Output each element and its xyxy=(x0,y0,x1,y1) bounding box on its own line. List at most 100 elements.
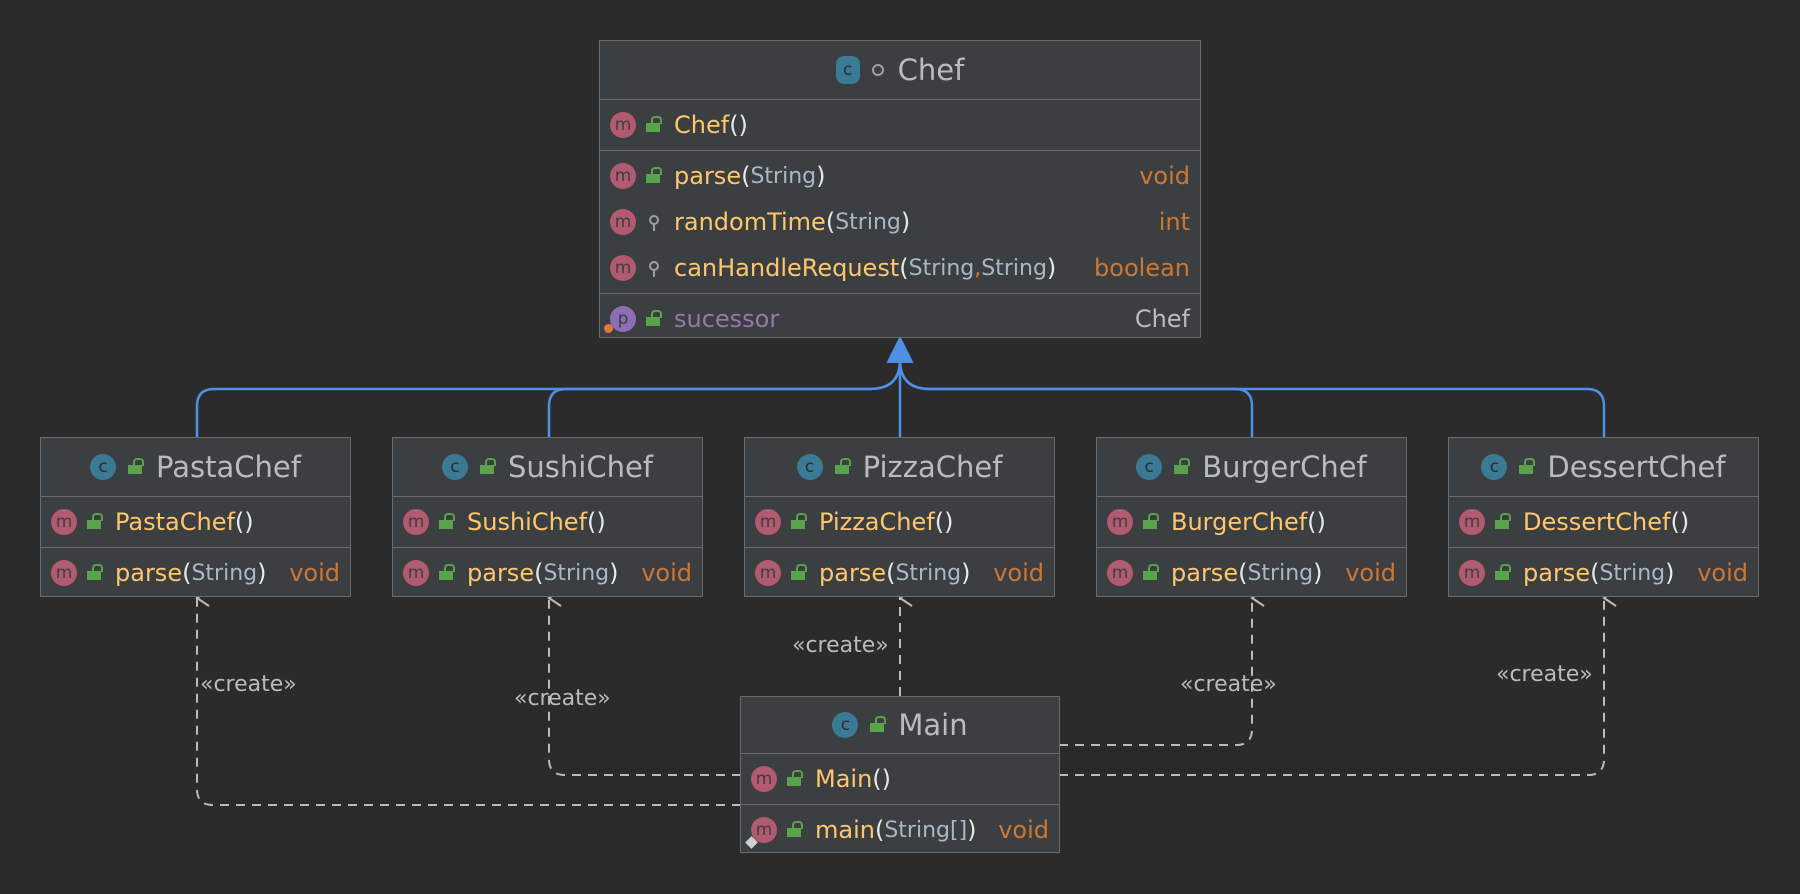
class-pastachef-methods: m parse(String) void xyxy=(41,548,350,598)
param-type: String xyxy=(835,209,901,235)
class-sushichef-name: SushiChef xyxy=(507,450,653,484)
chef-field-sucessor[interactable]: p sucessor Chef xyxy=(600,296,1200,342)
param-type: String xyxy=(895,560,962,586)
method-icon: m xyxy=(51,560,77,586)
class-sushichef[interactable]: c SushiChef m SushiChef() m parse(String… xyxy=(392,437,703,597)
method-icon: m xyxy=(755,560,781,586)
method-icon: m xyxy=(1459,560,1485,586)
method-name: parse xyxy=(819,559,887,587)
public-lock-icon xyxy=(128,458,145,474)
class-burgerchef-constructors: m BurgerChef() xyxy=(1097,497,1406,548)
method-name: main xyxy=(815,816,875,844)
param-type: String xyxy=(908,255,975,281)
class-dessertchef-name: DessertChef xyxy=(1547,450,1726,484)
method-name: parse xyxy=(115,559,183,587)
param-type: String xyxy=(1599,560,1666,586)
create-label-burgerchef: «create» xyxy=(1180,672,1277,697)
class-chef[interactable]: c Chef m Chef() m parse(String) void m r… xyxy=(599,40,1201,338)
class-burgerchef-header: c BurgerChef xyxy=(1097,438,1406,497)
class-icon: c xyxy=(1136,454,1163,480)
class-pizzachef-constructors: m PizzaChef() xyxy=(745,497,1054,548)
method-icon: m xyxy=(610,163,636,189)
method-icon: m xyxy=(1107,560,1133,586)
chef-method-canhandlerequest[interactable]: m canHandleRequest(String, String) boole… xyxy=(600,245,1200,291)
param-type: String xyxy=(543,560,610,586)
method-name: parse xyxy=(1523,559,1591,587)
class-main-methods: m main(String[]) void xyxy=(741,805,1059,855)
class-dessertchef[interactable]: c DessertChef m DessertChef() m parse(St… xyxy=(1448,437,1759,597)
class-pizzachef-methods: m parse(String) void xyxy=(745,548,1054,598)
class-icon: c xyxy=(90,454,117,480)
public-lock-icon xyxy=(439,513,455,529)
main-constructor-row[interactable]: m Main() xyxy=(741,756,1059,802)
return-type: void xyxy=(1697,559,1748,587)
class-main[interactable]: c Main m Main() m main(String[]) void xyxy=(740,696,1060,853)
class-chef-methods: m parse(String) void m randomTime(String… xyxy=(600,151,1200,294)
chef-method-randomtime[interactable]: m randomTime(String) int xyxy=(600,199,1200,245)
main-method-main[interactable]: m main(String[]) void xyxy=(741,807,1059,853)
pizzachef-constructor-row[interactable]: m PizzaChef() xyxy=(745,499,1054,545)
constructor-name: PastaChef xyxy=(115,508,235,536)
class-icon: c xyxy=(832,712,859,738)
method-icon: m xyxy=(751,766,777,792)
public-lock-icon xyxy=(646,310,662,326)
public-lock-icon xyxy=(1174,458,1191,474)
class-dessertchef-methods: m parse(String) void xyxy=(1449,548,1758,598)
class-pastachef-name: PastaChef xyxy=(156,450,301,484)
method-name: parse xyxy=(674,162,742,190)
public-lock-icon xyxy=(439,564,455,580)
class-pizzachef[interactable]: c PizzaChef m PizzaChef() m parse(String… xyxy=(744,437,1055,597)
create-label-pastachef: «create» xyxy=(200,672,297,697)
public-lock-icon xyxy=(87,564,103,580)
class-burgerchef[interactable]: c BurgerChef m BurgerChef() m parse(Stri… xyxy=(1096,437,1407,597)
return-type: boolean xyxy=(1094,254,1190,282)
class-pizzachef-name: PizzaChef xyxy=(862,450,1003,484)
sushichef-method-parse[interactable]: m parse(String) void xyxy=(393,550,702,596)
public-lock-icon xyxy=(870,716,887,732)
class-main-constructors: m Main() xyxy=(741,754,1059,805)
public-lock-icon xyxy=(787,770,803,786)
create-label-sushichef: «create» xyxy=(514,686,611,711)
inherit-edge-sushichef xyxy=(547,359,902,437)
chef-method-parse[interactable]: m parse(String) void xyxy=(600,153,1200,199)
constructor-name: BurgerChef xyxy=(1171,508,1308,536)
package-key-icon xyxy=(646,215,660,231)
dessertchef-constructor-row[interactable]: m DessertChef() xyxy=(1449,499,1758,545)
constructor-name: PizzaChef xyxy=(819,508,935,536)
class-pastachef-constructors: m PastaChef() xyxy=(41,497,350,548)
public-lock-icon xyxy=(646,116,662,132)
static-method-icon: m xyxy=(745,817,777,849)
field-name: sucessor xyxy=(674,305,780,333)
public-lock-icon xyxy=(1519,458,1536,474)
public-lock-icon xyxy=(1143,564,1159,580)
pastachef-constructor-row[interactable]: m PastaChef() xyxy=(41,499,350,545)
dessertchef-method-parse[interactable]: m parse(String) void xyxy=(1449,550,1758,596)
return-type: int xyxy=(1158,208,1190,236)
class-dessertchef-constructors: m DessertChef() xyxy=(1449,497,1758,548)
param-type: String xyxy=(750,163,817,189)
public-lock-icon xyxy=(787,821,803,837)
class-pastachef-header: c PastaChef xyxy=(41,438,350,497)
param-type: String xyxy=(1247,560,1314,586)
method-name: randomTime xyxy=(674,208,826,236)
public-lock-icon xyxy=(1143,513,1159,529)
sushichef-constructor-row[interactable]: m SushiChef() xyxy=(393,499,702,545)
create-label-dessertchef: «create» xyxy=(1496,662,1593,687)
abstract-class-icon: c xyxy=(835,56,860,84)
method-icon: m xyxy=(1107,509,1133,535)
pastachef-method-parse[interactable]: m parse(String) void xyxy=(41,550,350,596)
constructor-name: Main xyxy=(815,765,873,793)
create-edge-pastachef xyxy=(195,589,741,806)
method-name: parse xyxy=(467,559,535,587)
param-type: String xyxy=(191,560,258,586)
pizzachef-method-parse[interactable]: m parse(String) void xyxy=(745,550,1054,596)
class-pastachef[interactable]: c PastaChef m PastaChef() m parse(String… xyxy=(40,437,351,597)
public-lock-icon xyxy=(1495,564,1511,580)
burgerchef-constructor-row[interactable]: m BurgerChef() xyxy=(1097,499,1406,545)
burgerchef-method-parse[interactable]: m parse(String) void xyxy=(1097,550,1406,596)
param-type: String xyxy=(981,255,1047,281)
return-type: void xyxy=(993,559,1044,587)
class-main-name: Main xyxy=(898,708,968,742)
chef-constructor-row[interactable]: m Chef() xyxy=(600,102,1200,148)
class-chef-fields: p sucessor Chef xyxy=(600,294,1200,344)
